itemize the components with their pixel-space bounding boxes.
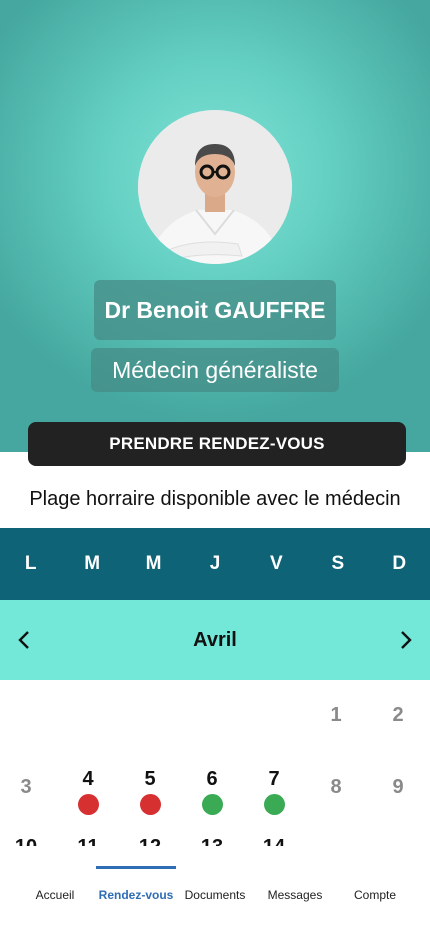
chevron-right-icon[interactable] [394,628,418,652]
day-number: 6 [206,768,218,790]
weekday-label: J [209,553,221,574]
active-tab-indicator [96,866,176,869]
calendar-day[interactable]: 7 [243,768,305,815]
tab-documents[interactable]: Documents [172,888,258,902]
unavailable-dot [139,794,161,815]
calendar-day[interactable]: 14 [243,836,305,846]
weekday-label: M [84,553,101,574]
tab-rendez-vous[interactable]: Rendez-vous [93,888,179,902]
calendar-week: 10 11 12 13 14 [0,836,430,846]
weekday-label: M [145,553,162,574]
tab-accueil[interactable]: Accueil [12,888,98,902]
calendar-day[interactable]: 13 [181,836,243,846]
calendar-day[interactable]: 12 [119,836,181,846]
weekday-header: L M M J V S D [0,528,430,600]
calendar-day[interactable]: 2 [367,704,429,727]
tab-compte[interactable]: Compte [332,888,418,902]
calendar-day[interactable]: 3 [0,776,57,799]
month-navigator: Avril [0,600,430,680]
doctor-specialty: Médecin généraliste [91,348,339,392]
weekday-label: V [270,553,283,574]
day-number: 7 [268,768,280,790]
weekday-label: L [24,553,37,574]
doctor-photo [138,110,292,264]
chevron-left-icon[interactable] [12,628,36,652]
availability-title: Plage horraire disponible avec le médeci… [29,488,401,510]
calendar-day[interactable]: 11 [57,836,119,846]
doctor-avatar [138,110,292,264]
available-dot [201,794,223,815]
weekday-label: S [331,553,345,574]
book-appointment-button[interactable]: PRENDRE RENDEZ-VOUS [28,422,406,466]
calendar-week: 1 2 [0,704,430,764]
calendar-week: 3 4 5 6 7 8 9 [0,768,430,828]
calendar-day[interactable]: 9 [367,776,429,799]
tab-messages[interactable]: Messages [252,888,338,902]
calendar-grid: 1 2 3 4 5 6 7 8 9 10 11 12 13 14 [0,680,430,846]
calendar-day[interactable]: 5 [119,768,181,815]
doctor-header: Dr Benoit GAUFFRE Médecin généraliste [0,0,430,452]
calendar-day[interactable]: 8 [305,776,367,799]
doctor-name: Dr Benoit GAUFFRE [94,280,336,340]
calendar-day[interactable]: 6 [181,768,243,815]
weekday-label: D [392,553,407,574]
day-number: 4 [82,768,94,790]
calendar-day[interactable]: 10 [0,836,57,846]
unavailable-dot [77,794,99,815]
available-dot [263,794,285,815]
bottom-navigation: Accueil Rendez-vous Documents Messages C… [0,846,430,932]
calendar-day[interactable]: 1 [305,704,367,727]
month-label: Avril [193,628,237,651]
day-number: 5 [144,768,156,790]
calendar-day[interactable]: 4 [57,768,119,815]
